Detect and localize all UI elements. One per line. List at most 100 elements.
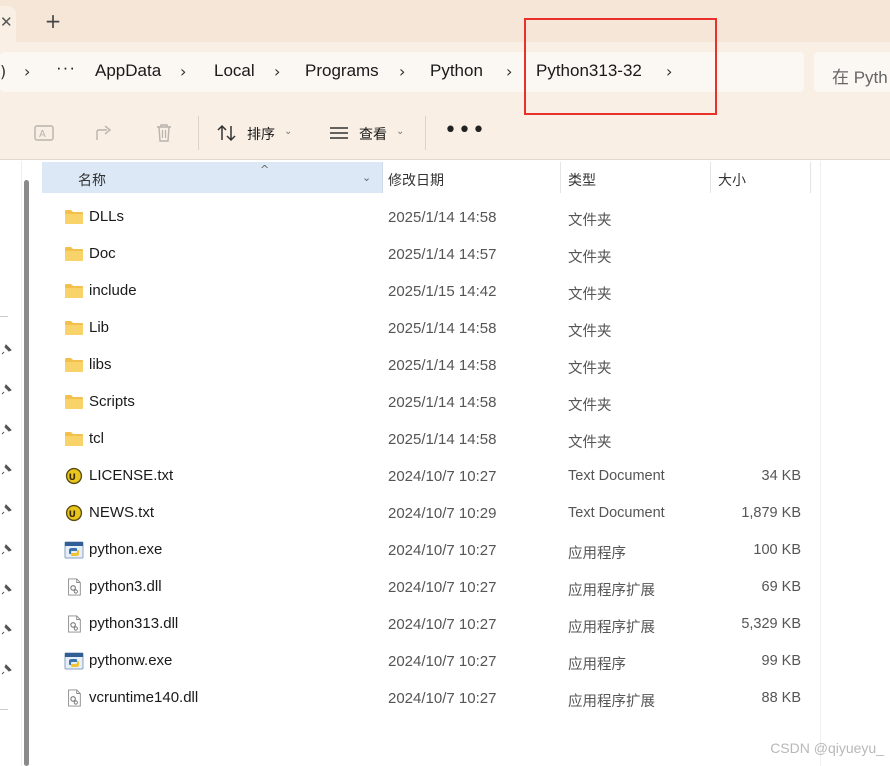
- folder-icon: [65, 321, 83, 335]
- file-row[interactable]: U NEWS.txt 2024/10/7 10:29 Text Document 1,8…: [40, 494, 820, 531]
- sort-button[interactable]: 排序: [247, 124, 275, 144]
- dll-file-icon: [68, 689, 81, 707]
- breadcrumb-overflow-button[interactable]: ···: [56, 58, 76, 78]
- chevron-down-icon: ⌄: [284, 126, 293, 137]
- file-date-modified: 2024/10/7 10:29: [388, 505, 497, 522]
- file-size: 34 KB: [761, 468, 802, 484]
- pin-icon[interactable]: [1, 383, 13, 395]
- file-type: Text Document: [568, 468, 665, 484]
- python-exe-icon: [64, 652, 84, 670]
- file-name: NEWS.txt: [89, 504, 155, 521]
- divider: [820, 161, 821, 766]
- pin-icon[interactable]: [1, 343, 13, 355]
- navigation-pane: [0, 161, 22, 766]
- file-row[interactable]: Doc 2025/1/14 14:57 文件夹: [40, 235, 820, 272]
- chevron-right-icon[interactable]: ›: [399, 62, 405, 81]
- file-row[interactable]: U LICENSE.txt 2024/10/7 10:27 Text Document…: [40, 457, 820, 494]
- file-row[interactable]: pythonw.exe 2024/10/7 10:27 应用程序 99 KB: [40, 642, 820, 679]
- tab-strip: ✕ +: [0, 0, 890, 42]
- chevron-down-icon[interactable]: ⌄: [362, 171, 371, 184]
- file-row[interactable]: Lib 2025/1/14 14:58 文件夹: [40, 309, 820, 346]
- file-type: 应用程序: [568, 546, 626, 562]
- pin-icon[interactable]: [1, 503, 13, 515]
- file-row[interactable]: include 2025/1/15 14:42 文件夹: [40, 272, 820, 309]
- file-row[interactable]: libs 2025/1/14 14:58 文件夹: [40, 346, 820, 383]
- folder-icon: [65, 284, 83, 298]
- dll-file-icon: [68, 578, 81, 596]
- chevron-right-icon: ): [0, 62, 7, 81]
- file-size: 88 KB: [761, 690, 802, 706]
- file-size: 5,329 KB: [741, 616, 801, 632]
- column-divider[interactable]: [382, 162, 383, 193]
- breadcrumb-item-python[interactable]: Python: [430, 61, 483, 81]
- file-date-modified: 2025/1/14 14:57: [388, 246, 497, 263]
- scrollbar[interactable]: [24, 180, 29, 766]
- file-name: vcruntime140.dll: [89, 689, 199, 706]
- column-header-name[interactable]: 名称: [42, 162, 382, 193]
- pin-icon[interactable]: [1, 663, 13, 675]
- file-row[interactable]: python.exe 2024/10/7 10:27 应用程序 100 KB: [40, 531, 820, 568]
- column-header-date-label: 修改日期: [388, 172, 444, 188]
- column-header-name-label: 名称: [78, 172, 106, 188]
- column-header-size[interactable]: 大小: [718, 162, 808, 193]
- column-divider[interactable]: [710, 162, 711, 193]
- share-icon[interactable]: [93, 122, 115, 144]
- column-header-size-label: 大小: [718, 172, 746, 188]
- svg-text:U: U: [69, 473, 76, 483]
- folder-icon: [65, 247, 83, 261]
- file-name: Lib: [89, 319, 110, 336]
- file-row[interactable]: DLLs 2025/1/14 14:58 文件夹: [40, 198, 820, 235]
- file-date-modified: 2025/1/14 14:58: [388, 209, 497, 226]
- file-name: tcl: [89, 430, 104, 447]
- text-document-icon: U: [65, 467, 83, 485]
- file-type: 文件夹: [568, 435, 612, 451]
- file-type: 应用程序扩展: [568, 620, 655, 636]
- file-type: Text Document: [568, 505, 665, 521]
- python-exe-icon: [64, 541, 84, 559]
- rename-icon[interactable]: A: [33, 122, 55, 144]
- file-row[interactable]: Scripts 2025/1/14 14:58 文件夹: [40, 383, 820, 420]
- file-date-modified: 2024/10/7 10:27: [388, 616, 497, 633]
- watermark: CSDN @qiyueyu_: [770, 740, 884, 756]
- column-divider[interactable]: [560, 162, 561, 193]
- breadcrumb-item-appdata[interactable]: AppData: [95, 61, 161, 81]
- column-header-date[interactable]: 修改日期: [388, 162, 558, 193]
- pin-icon[interactable]: [1, 583, 13, 595]
- file-size: 1,879 KB: [741, 505, 801, 521]
- file-row[interactable]: python3.dll 2024/10/7 10:27 应用程序扩展 69 KB: [40, 568, 820, 605]
- sort-icon: [217, 124, 236, 142]
- file-row[interactable]: vcruntime140.dll 2024/10/7 10:27 应用程序扩展 88 …: [40, 679, 820, 716]
- column-header-type[interactable]: 类型: [568, 162, 708, 193]
- file-name: pythonw.exe: [89, 652, 173, 669]
- breadcrumb-item-local[interactable]: Local: [214, 61, 255, 81]
- chevron-right-icon[interactable]: ›: [180, 62, 186, 81]
- pin-icon[interactable]: [1, 423, 13, 435]
- pin-icon[interactable]: [1, 623, 13, 635]
- more-options-button[interactable]: •••: [444, 118, 486, 143]
- file-size: 100 KB: [753, 542, 801, 558]
- pin-icon[interactable]: [1, 543, 13, 555]
- chevron-right-icon[interactable]: ›: [506, 62, 512, 81]
- folder-icon: [65, 358, 83, 372]
- pin-icon[interactable]: [1, 463, 13, 475]
- column-divider[interactable]: [810, 162, 811, 193]
- file-list: 名称 ⌄ 修改日期 类型 大小 ^ DLLs 2025/1/14 14:58 文件夹…: [40, 161, 820, 766]
- file-name: Scripts: [89, 393, 135, 410]
- delete-icon[interactable]: [153, 122, 175, 144]
- close-tab-icon[interactable]: ✕: [0, 13, 13, 31]
- file-name: include: [89, 282, 137, 299]
- chevron-right-icon[interactable]: ›: [24, 62, 30, 81]
- file-date-modified: 2024/10/7 10:27: [388, 690, 497, 707]
- chevron-right-icon[interactable]: ›: [274, 62, 280, 81]
- file-row[interactable]: python313.dll 2024/10/7 10:27 应用程序扩展 5,329 …: [40, 605, 820, 642]
- view-button[interactable]: 查看: [359, 124, 387, 144]
- file-name: python313.dll: [89, 615, 179, 632]
- file-type: 应用程序: [568, 657, 626, 673]
- breadcrumb-item-programs[interactable]: Programs: [305, 61, 379, 81]
- file-type: 应用程序扩展: [568, 694, 655, 710]
- new-tab-button[interactable]: +: [40, 9, 66, 35]
- file-type: 文件夹: [568, 324, 612, 340]
- file-name: python3.dll: [89, 578, 162, 595]
- file-date-modified: 2025/1/14 14:58: [388, 431, 497, 448]
- file-row[interactable]: tcl 2025/1/14 14:58 文件夹: [40, 420, 820, 457]
